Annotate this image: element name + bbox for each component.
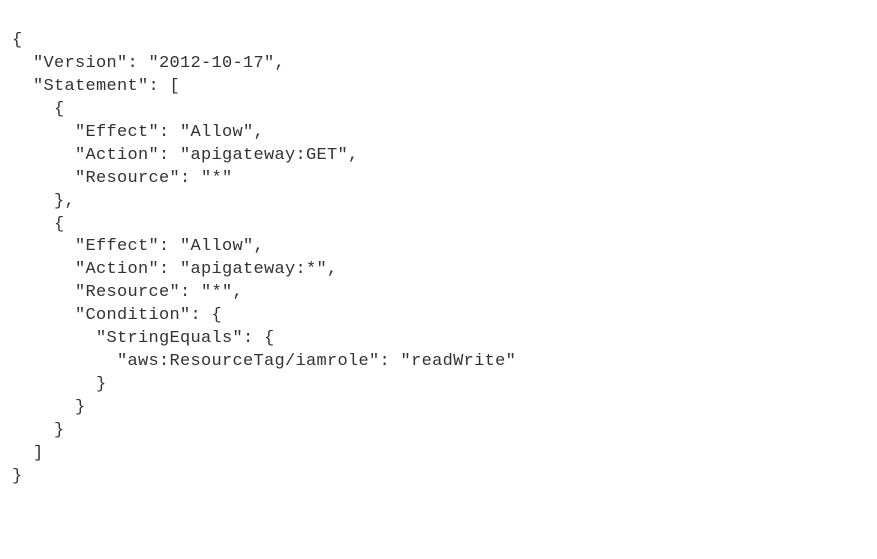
policy-json-text: { "Version": "2012-10-17", "Statement": …: [12, 31, 516, 486]
code-block: { "Version": "2012-10-17", "Statement": …: [12, 30, 865, 489]
